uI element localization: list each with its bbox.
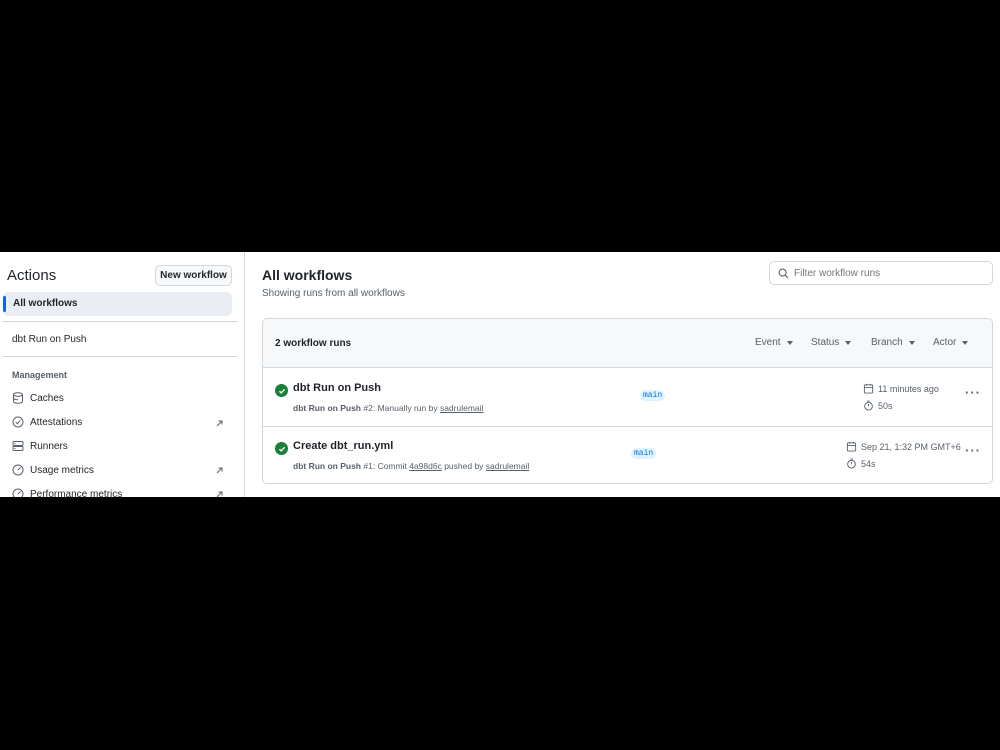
page-title: All workflows: [262, 267, 353, 283]
filter-runs-field[interactable]: [769, 261, 993, 285]
run-trigger-text: : Commit: [372, 461, 410, 471]
calendar-icon: [846, 441, 857, 452]
run-trigger-tail: pushed by: [441, 461, 486, 471]
run-time-text: Sep 21, 1:32 PM GMT+6: [861, 441, 961, 452]
run-actor-link[interactable]: sadrulemail: [486, 461, 529, 471]
caret-down-icon: [786, 340, 793, 345]
run-options-kebab-icon[interactable]: ···: [965, 385, 981, 400]
run-timestamp: 11 minutes ago: [863, 383, 939, 394]
sidebar-item-label: Caches: [30, 392, 64, 404]
workflow-run-row[interactable]: Create dbt_run.yml dbt Run on Push #1: C…: [263, 426, 992, 483]
sidebar-item-caches[interactable]: Caches: [12, 392, 64, 404]
run-title-link[interactable]: dbt Run on Push: [293, 382, 381, 394]
sidebar-item-label: Usage metrics: [30, 464, 94, 476]
run-duration: 50s: [863, 400, 893, 411]
branch-label[interactable]: main: [631, 448, 657, 459]
gauge-icon: [12, 488, 24, 497]
sidebar-title: Actions: [7, 267, 57, 284]
stopwatch-icon: [864, 400, 873, 411]
sidebar-item-label: Runners: [30, 440, 68, 452]
run-options-kebab-icon[interactable]: ···: [965, 443, 981, 458]
sidebar-item-attestations[interactable]: Attestations: [12, 416, 82, 428]
success-check-icon: [275, 442, 288, 455]
run-workflow-name: dbt Run on Push: [293, 403, 361, 413]
database-icon: [12, 392, 24, 404]
new-workflow-button[interactable]: New workflow: [155, 265, 232, 286]
event-filter-dropdown[interactable]: Event: [755, 337, 793, 348]
sidebar-item-all-workflows[interactable]: All workflows: [3, 292, 232, 316]
run-duration-text: 50s: [878, 400, 893, 411]
external-link-icon: [216, 467, 223, 474]
run-trigger-text: : Manually run by: [372, 403, 440, 413]
workflow-runs-list: 2 workflow runs Event Status Branch Acto…: [262, 318, 993, 484]
sidebar-section-label: Management: [12, 370, 68, 380]
actions-page: Actions New workflow All workflows dbt R…: [0, 252, 1000, 497]
actor-filter-dropdown[interactable]: Actor: [933, 337, 969, 348]
runs-header: 2 workflow runs Event Status Branch Acto…: [263, 319, 992, 368]
sidebar-item-label: Attestations: [30, 416, 83, 428]
sidebar-item-workflow[interactable]: dbt Run on Push: [12, 334, 87, 345]
run-title-link[interactable]: Create dbt_run.yml: [293, 440, 393, 452]
sidebar-divider: [3, 356, 237, 357]
sidebar-item-label: All workflows: [13, 298, 78, 309]
branch-label[interactable]: main: [640, 390, 666, 401]
run-timestamp: Sep 21, 1:32 PM GMT+6: [846, 441, 961, 452]
server-icon: [12, 440, 24, 452]
stopwatch-icon: [847, 458, 856, 469]
search-icon: [778, 268, 789, 278]
dropdown-label: Actor: [933, 337, 957, 348]
caret-down-icon: [962, 340, 969, 345]
branch-filter-dropdown[interactable]: Branch: [871, 337, 915, 348]
run-duration-text: 54s: [861, 458, 876, 469]
dropdown-label: Branch: [871, 337, 903, 348]
workflow-run-row[interactable]: dbt Run on Push dbt Run on Push #2: Manu…: [263, 368, 992, 426]
calendar-icon: [863, 383, 874, 394]
run-meta: dbt Run on Push #2: Manually run by sadr…: [293, 403, 483, 413]
status-filter-dropdown[interactable]: Status: [811, 337, 852, 348]
run-number: #2: [363, 403, 373, 413]
run-workflow-name: dbt Run on Push: [293, 461, 361, 471]
run-time-text: 11 minutes ago: [878, 383, 939, 394]
external-link-icon: [216, 491, 223, 497]
sidebar: Actions New workflow All workflows dbt R…: [0, 252, 245, 497]
success-check-icon: [275, 384, 288, 397]
external-link-icon: [216, 420, 223, 427]
active-indicator: [3, 296, 6, 312]
run-duration: 54s: [846, 458, 876, 469]
caret-down-icon: [845, 340, 852, 345]
caret-down-icon: [908, 340, 915, 345]
run-number: #1: [363, 461, 373, 471]
dropdown-label: Event: [755, 337, 781, 348]
check-circle-icon: [12, 416, 24, 428]
sidebar-item-label: dbt Run on Push: [12, 334, 87, 345]
sidebar-divider: [3, 321, 237, 322]
runs-count: 2 workflow runs: [275, 338, 352, 349]
sidebar-item-label: Performance metrics: [30, 488, 123, 498]
filter-runs-input[interactable]: [794, 267, 984, 279]
run-meta: dbt Run on Push #1: Commit 4a98d6c pushe…: [293, 461, 529, 471]
commit-sha-link[interactable]: 4a98d6c: [409, 461, 442, 471]
run-actor-link[interactable]: sadrulemail: [440, 403, 483, 413]
gauge-icon: [12, 464, 24, 476]
dropdown-label: Status: [811, 337, 840, 348]
sidebar-item-performance-metrics[interactable]: Performance metrics: [12, 488, 122, 497]
sidebar-item-usage-metrics[interactable]: Usage metrics: [12, 464, 94, 476]
page-subtitle: Showing runs from all workflows: [262, 288, 405, 299]
sidebar-item-runners[interactable]: Runners: [12, 440, 68, 452]
